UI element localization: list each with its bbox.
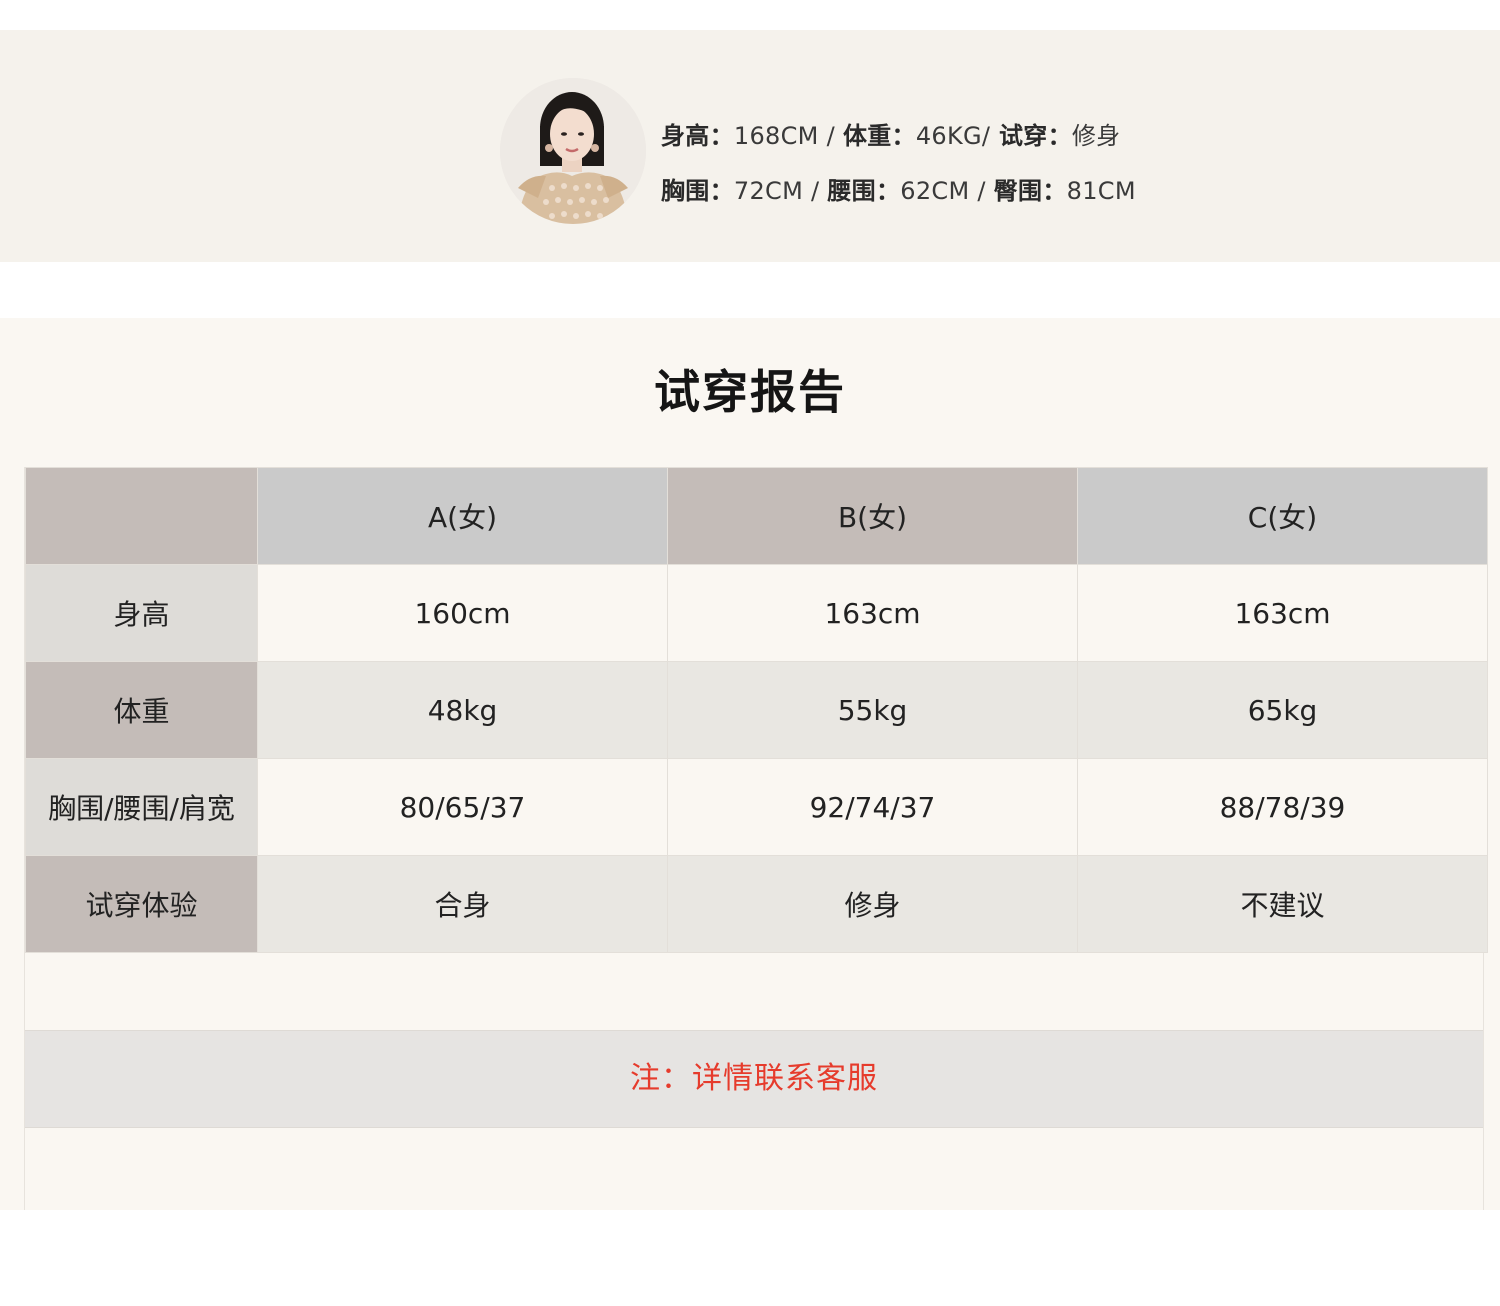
model-waist-label: 腰围： [827, 177, 901, 205]
table-cell: 55kg [667, 661, 1078, 759]
separator: / [818, 122, 843, 150]
table-header-b: B(女) [667, 467, 1078, 565]
table-row: 体重 48kg 55kg 65kg [25, 661, 1488, 759]
model-fit-value: 修身 [1071, 122, 1121, 150]
model-weight-value: 46KG/ [915, 122, 991, 150]
model-hip-value: 81CM [1066, 177, 1136, 205]
table-cell: 80/65/37 [257, 758, 668, 856]
table-header-a: A(女) [257, 467, 668, 565]
report-panel: A(女) B(女) C(女) 身高 160cm 163cm 163cm 体重 4… [24, 467, 1488, 1210]
table-row: 试穿体验 合身 修身 不建议 [25, 855, 1488, 953]
separator: / [969, 177, 994, 205]
table-header-corner [25, 467, 258, 565]
table-row: 身高 160cm 163cm 163cm [25, 564, 1488, 662]
customer-service-note: 注：详情联系客服 [25, 1030, 1483, 1128]
table-row: 胸围/腰围/肩宽 80/65/37 92/74/37 88/78/39 [25, 758, 1488, 856]
table-cell: 修身 [667, 855, 1078, 953]
model-stats-line-2: 胸围：72CM / 腰围：62CM / 臀围：81CM [661, 171, 1136, 206]
table-cell: 163cm [667, 564, 1078, 662]
row-label-measurements: 胸围/腰围/肩宽 [25, 758, 258, 856]
model-height-label: 身高： [661, 122, 734, 150]
model-height-value: 168CM [733, 122, 819, 150]
fitting-report-table: A(女) B(女) C(女) 身高 160cm 163cm 163cm 体重 4… [25, 467, 1488, 953]
table-cell: 163cm [1077, 564, 1488, 662]
page: 身高：168CM / 体重：46KG/ 试穿：修身 胸围：72CM / 腰围：6… [0, 0, 1500, 1306]
table-cell: 48kg [257, 661, 668, 759]
row-label-weight: 体重 [25, 661, 258, 759]
fitting-report-section: 试穿报告 A(女) B(女) C(女) 身高 160cm 163cm 163cm… [0, 318, 1500, 1210]
table-header-c: C(女) [1077, 467, 1488, 565]
row-label-fit-experience: 试穿体验 [25, 855, 258, 953]
model-info-band: 身高：168CM / 体重：46KG/ 试穿：修身 胸围：72CM / 腰围：6… [0, 30, 1500, 262]
table-cell: 88/78/39 [1077, 758, 1488, 856]
model-avatar [500, 78, 646, 224]
model-hip-label: 臀围： [993, 177, 1067, 205]
model-fit-label: 试穿： [990, 122, 1072, 150]
table-header-row: A(女) B(女) C(女) [25, 467, 1488, 565]
model-weight-label: 体重： [842, 122, 916, 150]
table-cell: 合身 [257, 855, 668, 953]
table-cell: 不建议 [1077, 855, 1488, 953]
model-portrait-image [500, 78, 646, 224]
table-cell: 160cm [257, 564, 668, 662]
row-label-height: 身高 [25, 564, 258, 662]
model-bust-value: 72CM [733, 177, 804, 205]
report-title: 试穿报告 [654, 365, 846, 419]
table-cell: 92/74/37 [667, 758, 1078, 856]
model-stats-line-1: 身高：168CM / 体重：46KG/ 试穿：修身 [661, 116, 1120, 151]
separator: / [803, 177, 828, 205]
model-bust-label: 胸围： [661, 177, 734, 205]
model-waist-value: 62CM [900, 177, 970, 205]
table-cell: 65kg [1077, 661, 1488, 759]
